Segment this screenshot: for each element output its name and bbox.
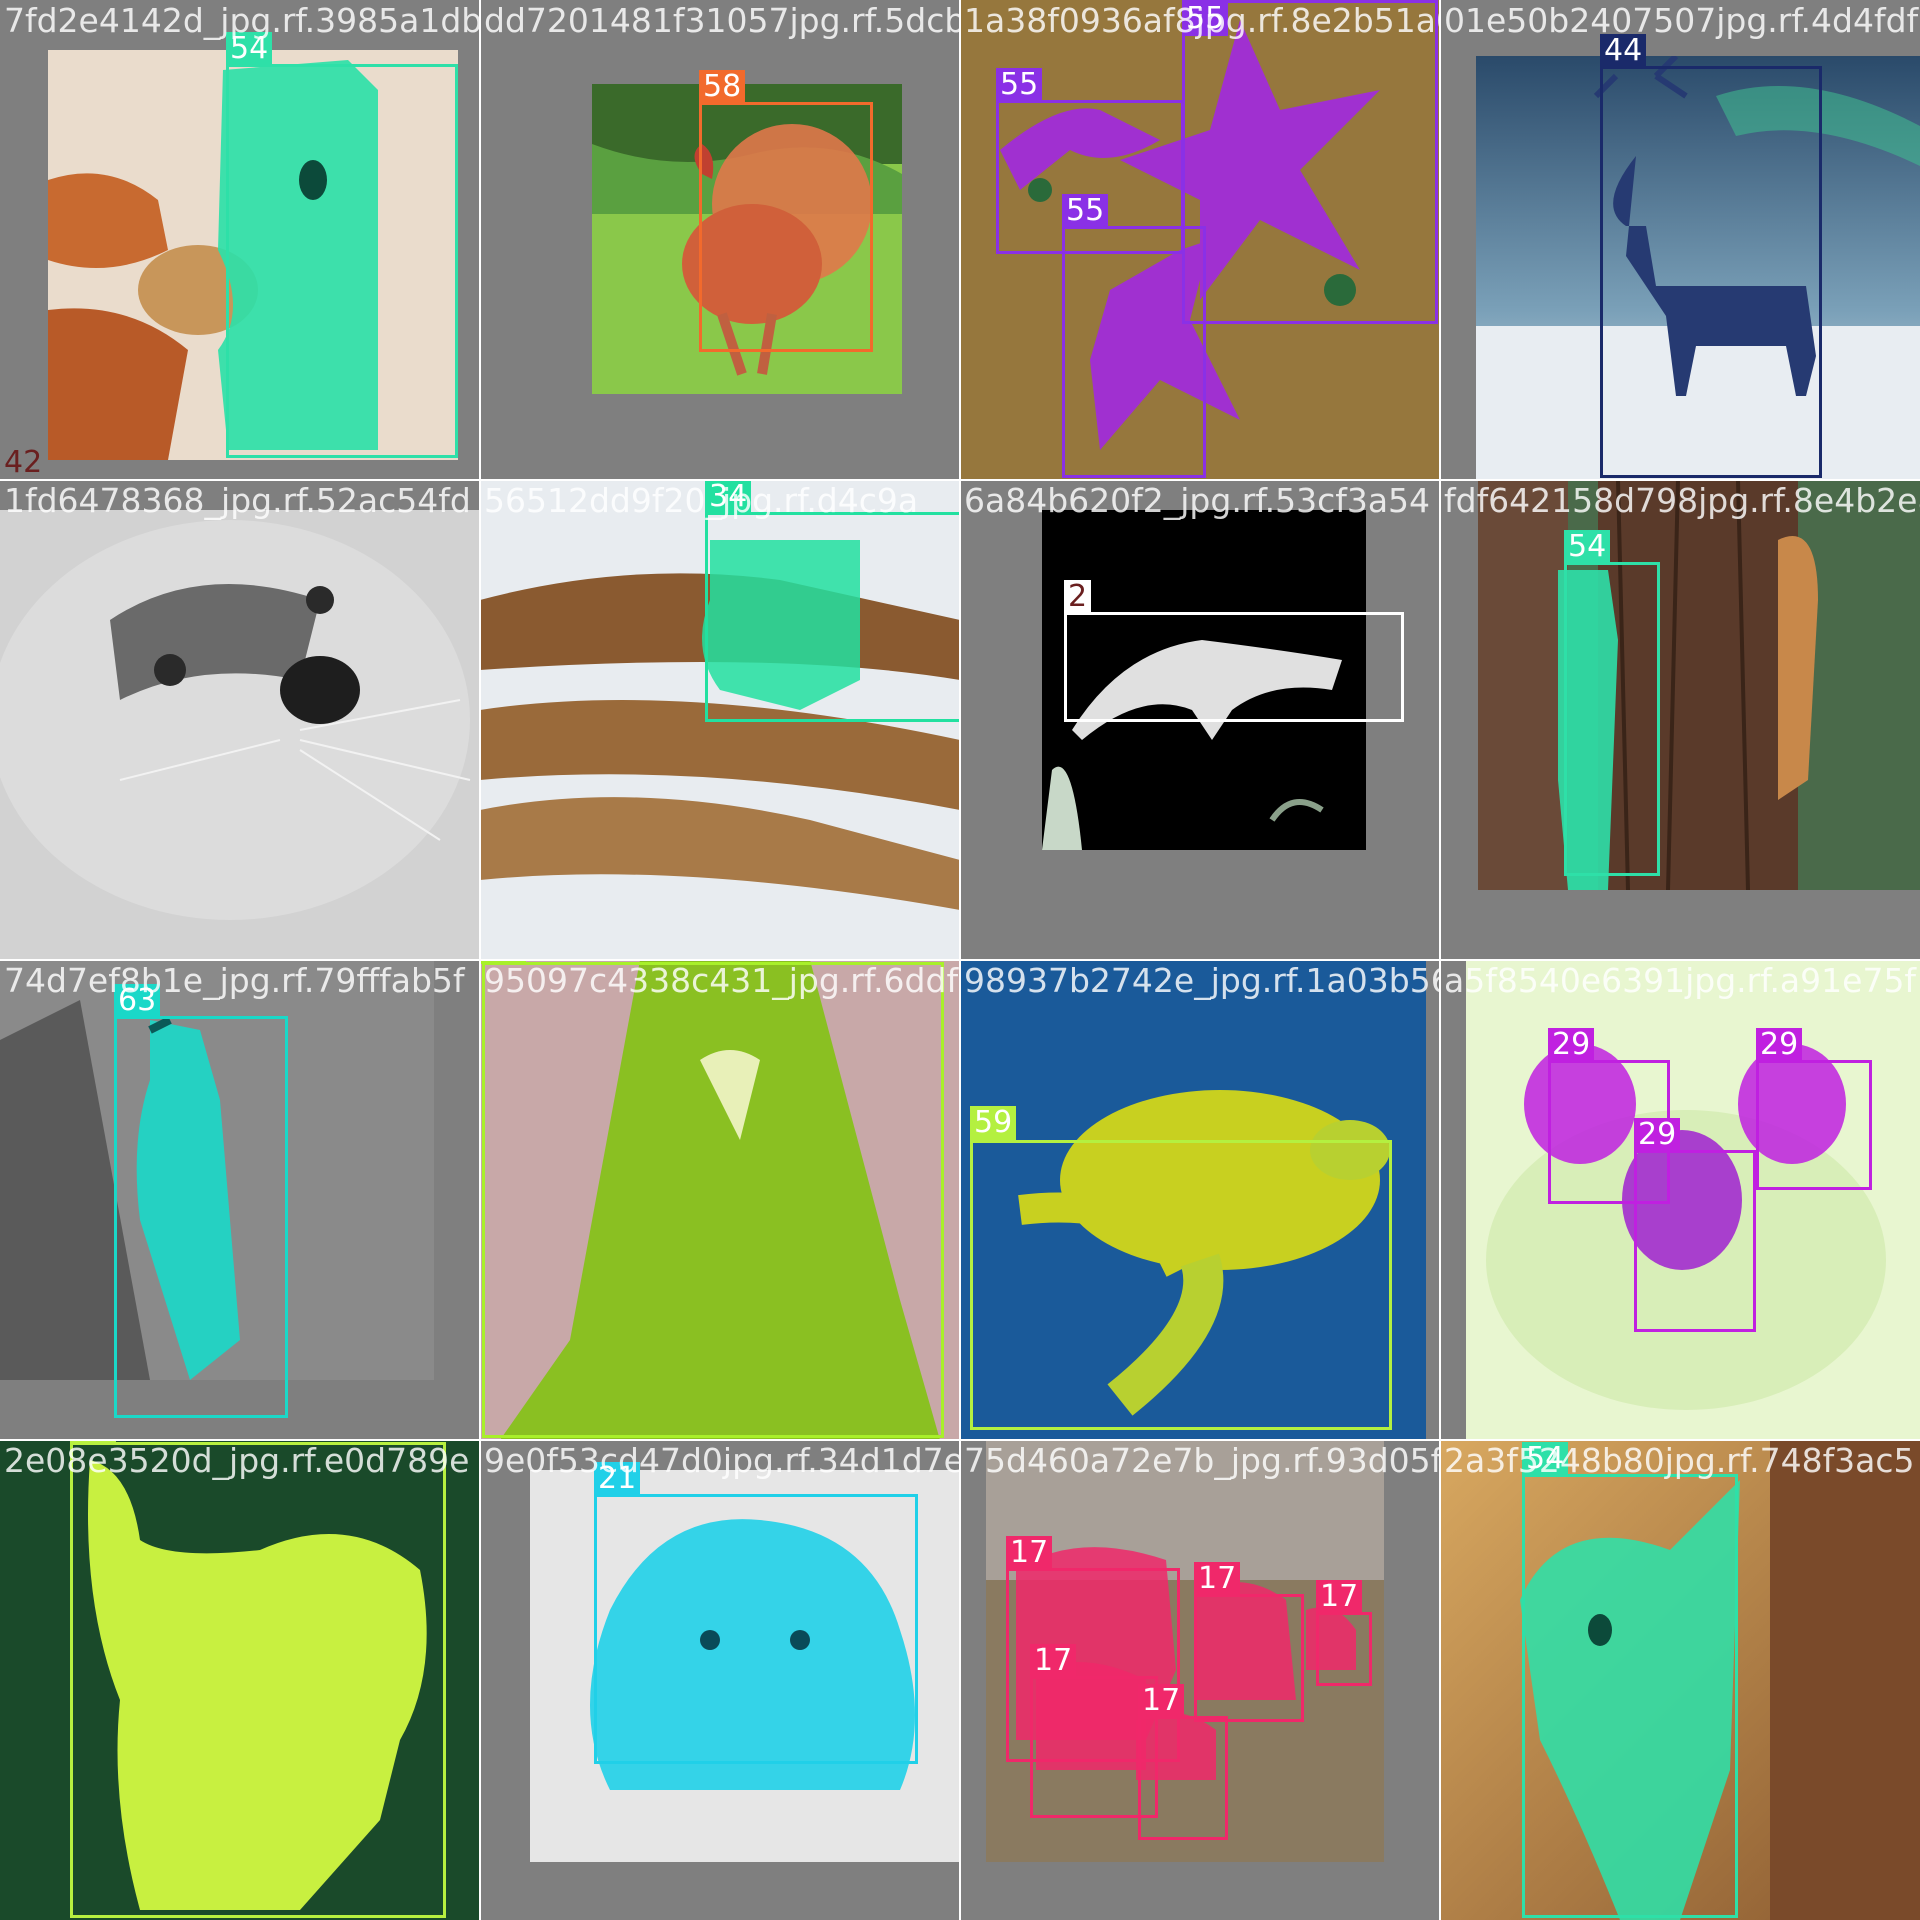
tile-bat: 2 6a84b620f2_jpg.rf.53cf3a54 (960, 480, 1440, 960)
grid-divider (0, 1439, 1920, 1441)
bbox (70, 1442, 446, 1918)
tile-reindeer: 44 01e50b2407507jpg.rf.4d4fdf78 (1440, 0, 1920, 480)
bbox (1564, 562, 1660, 876)
bbox (1600, 66, 1822, 478)
tile-squirrel-trunk: 54 fdf642158d798jpg.rf.8e4b2e83 (1440, 480, 1920, 960)
class-label: 42 (4, 445, 43, 480)
tile-green-bird: 39 95097c4338c431_jpg.rf.6ddf9ba (480, 960, 960, 1440)
class-label: 17 (1138, 1684, 1185, 1718)
mosaic-grid: 54 42 7fd2e4142d_jpg.rf.3985a1db 58 dd72… (0, 0, 1920, 1920)
class-label: 17 (1030, 1644, 1077, 1678)
bbox (226, 64, 458, 458)
class-label: 59 (970, 1106, 1017, 1140)
tile-hamster: 21 9e0f53cd47d0jpg.rf.34d1d7e (480, 1440, 960, 1920)
tile-ladybugs: 29 29 29 a5f8540e6391jpg.rf.a91e75f (1440, 960, 1920, 1440)
bbox (699, 102, 873, 352)
class-label: 44 (1600, 34, 1647, 68)
bbox (482, 962, 944, 1438)
bbox (594, 1494, 918, 1764)
class-label: 21 (594, 1462, 641, 1496)
class-label: 54 (1564, 530, 1611, 564)
bbox (1194, 1594, 1304, 1722)
grid-divider (0, 479, 1920, 481)
bbox (1138, 1716, 1228, 1840)
tile-sea-turtle: 59 98937b2742e_jpg.rf.1a03b564 (960, 960, 1440, 1440)
tile-raccoon: 1fd6478368_jpg.rf.52ac54fd (0, 480, 480, 960)
bbox (1062, 226, 1206, 478)
photo (1478, 480, 1920, 890)
class-label: 55 (996, 68, 1043, 102)
class-label: 17 (1194, 1562, 1241, 1596)
tile-branch-animal: 34 56512dd9f20_jpg.rf.d4c9a (480, 480, 960, 960)
class-label: 58 (699, 70, 746, 104)
tile-starfish: 55 55 55 1a38f0936af8jpg.rf.8e2b51a0 (960, 0, 1440, 480)
tile-squirrel-closeup: 54 2a3f5248b80jpg.rf.748f3ac5 (1440, 1440, 1920, 1920)
tile-turkey: 58 dd7201481f31057jpg.rf.5dcb47c (480, 0, 960, 480)
class-label: 55 (1062, 194, 1109, 228)
bbox (1316, 1612, 1372, 1686)
tile-squirrel-peanut: 54 42 7fd2e4142d_jpg.rf.3985a1db (0, 0, 480, 480)
class-label: 17 (1316, 1580, 1363, 1614)
tile-elephants: 17 17 17 17 17 75d460a72e7b_jpg.rf.93d05… (960, 1440, 1440, 1920)
class-label: 55 (1182, 2, 1229, 36)
class-label: 2 (1064, 580, 1092, 614)
class-label: 29 (1756, 1028, 1803, 1062)
photo (0, 480, 480, 960)
class-label: 54 (1522, 1442, 1569, 1476)
bbox (1522, 1474, 1738, 1918)
tile-woodpecker: 63 74d7ef8b1e_jpg.rf.79fffab5f (0, 960, 480, 1440)
class-label: 34 (705, 480, 752, 514)
class-label: 29 (1548, 1028, 1595, 1062)
file-name: 01e50b2407507jpg.rf.4d4fdf78 (1444, 1, 1920, 40)
photo-art (1478, 480, 1920, 890)
tile-yellow-bird: 39 2e08e3520d_jpg.rf.e0d789e (0, 1440, 480, 1920)
bbox (705, 512, 960, 722)
file-name: dd7201481f31057jpg.rf.5dcb47c (484, 1, 960, 40)
class-label: 63 (114, 984, 161, 1018)
bbox (114, 1016, 288, 1418)
photo-art (0, 480, 480, 960)
bbox (1634, 1150, 1756, 1332)
bbox (1756, 1060, 1872, 1190)
bbox (970, 1140, 1392, 1430)
class-label: 17 (1006, 1536, 1053, 1570)
class-label: 54 (226, 32, 273, 66)
class-label: 29 (1634, 1118, 1681, 1152)
bbox (1064, 612, 1404, 722)
bbox (1182, 0, 1438, 324)
grid-divider (0, 959, 1920, 961)
